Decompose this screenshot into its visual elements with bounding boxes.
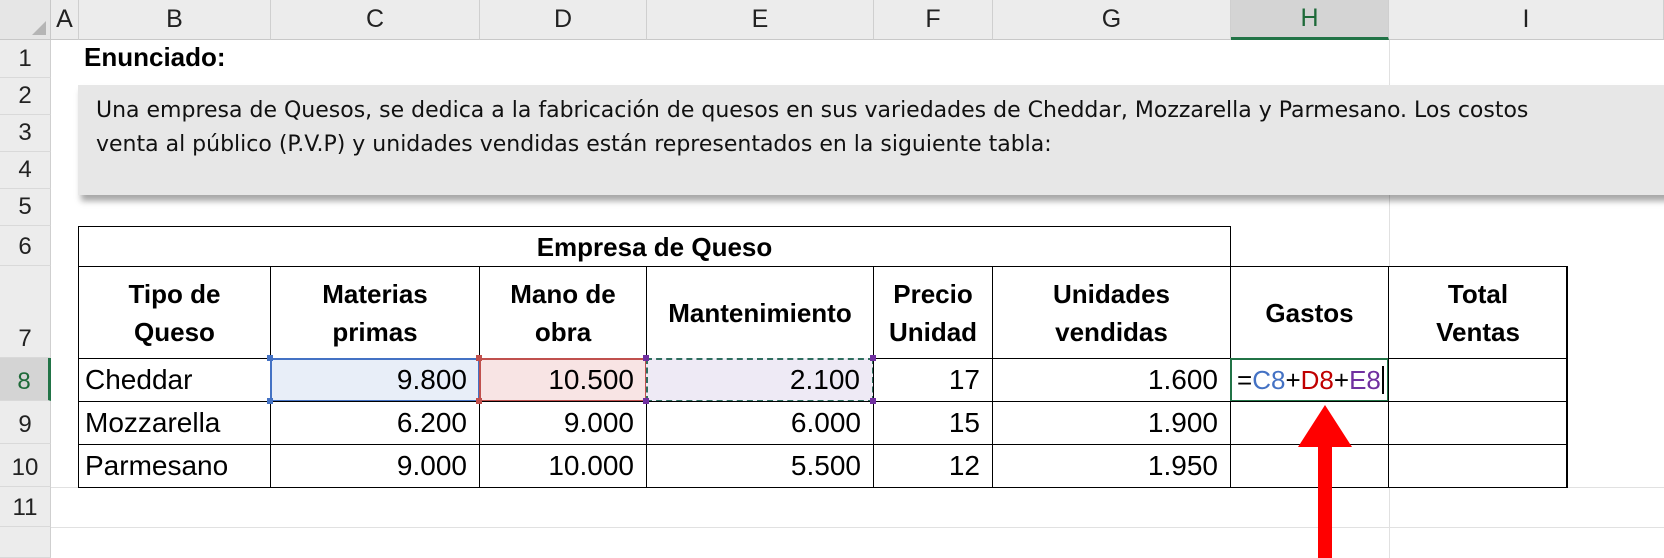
formula-ref-c8: C8 [1252, 364, 1286, 395]
ref-handle[interactable] [643, 355, 649, 361]
gridline [51, 527, 1664, 528]
cell-h8-formula[interactable]: = C8 + D8 + E8 [1230, 358, 1389, 402]
cell-i9[interactable] [1388, 401, 1568, 445]
column-header-h[interactable]: H [1231, 0, 1389, 40]
column-header-b[interactable]: B [79, 0, 271, 40]
header-materias-primas[interactable]: Materias primas [270, 266, 480, 359]
formula-ref-d8: D8 [1300, 364, 1334, 395]
header-gastos[interactable]: Gastos [1230, 266, 1389, 359]
statement-line-2: venta al público (P.V.P) y unidades vend… [96, 132, 1052, 157]
cell-d9[interactable]: 9.000 [479, 401, 647, 445]
ref-handle[interactable] [476, 398, 482, 404]
ref-handle[interactable] [476, 355, 482, 361]
cell-b8[interactable]: Cheddar [78, 358, 271, 402]
row-header-3[interactable]: 3 [0, 115, 51, 152]
cell-b10[interactable]: Parmesano [78, 444, 271, 488]
ref-handle[interactable] [870, 398, 876, 404]
cell-c8[interactable]: 9.800 [270, 358, 480, 402]
row-header-10[interactable]: 10 [0, 444, 51, 487]
cell-d8[interactable]: 10.500 [479, 358, 647, 402]
statement-line-1: Una empresa de Quesos, se dedica a la fa… [96, 98, 1529, 123]
row-header-9[interactable]: 9 [0, 401, 51, 444]
formula-plus-2: + [1333, 364, 1350, 395]
table-title[interactable]: Empresa de Queso [78, 226, 1231, 267]
row-header-1[interactable]: 1 [0, 40, 51, 78]
cell-i8[interactable] [1388, 358, 1568, 402]
column-header-e[interactable]: E [647, 0, 874, 40]
formula-ref-e8: E8 [1349, 364, 1381, 395]
header-total-ventas[interactable]: Total Ventas [1388, 266, 1568, 359]
row-header-5[interactable]: 5 [0, 189, 51, 226]
row-header-12[interactable] [0, 527, 51, 558]
cell-i10[interactable] [1388, 444, 1568, 488]
column-header-c[interactable]: C [271, 0, 480, 40]
select-all-corner[interactable] [0, 0, 51, 40]
column-header-f[interactable]: F [874, 0, 993, 40]
cell-e10[interactable]: 5.500 [646, 444, 874, 488]
statement-title: Enunciado: [84, 42, 226, 72]
header-precio-unidad[interactable]: Precio Unidad [873, 266, 993, 359]
cell-f9[interactable]: 15 [873, 401, 993, 445]
cell-g8[interactable]: 1.600 [992, 358, 1231, 402]
cell-e9[interactable]: 6.000 [646, 401, 874, 445]
header-tipo-queso[interactable]: Tipo de Queso [78, 266, 271, 359]
formula-plus-1: + [1285, 364, 1301, 395]
cell-g10[interactable]: 1.950 [992, 444, 1231, 488]
column-header-g[interactable]: G [993, 0, 1231, 40]
column-header-a[interactable]: A [51, 0, 79, 40]
ref-handle[interactable] [870, 355, 876, 361]
column-header-i[interactable]: I [1389, 0, 1664, 40]
cell-c10[interactable]: 9.000 [270, 444, 480, 488]
row-header-11[interactable]: 11 [0, 487, 51, 527]
cell-f10[interactable]: 12 [873, 444, 993, 488]
row-header-6[interactable]: 6 [0, 226, 51, 266]
row-header-7[interactable]: 7 [0, 266, 51, 358]
column-header-d[interactable]: D [480, 0, 647, 40]
row-header-2[interactable]: 2 [0, 78, 51, 115]
row-header-8[interactable]: 8 [0, 358, 51, 401]
header-unidades-vendidas[interactable]: Unidades vendidas [992, 266, 1231, 359]
row-header-4[interactable]: 4 [0, 152, 51, 189]
cell-d10[interactable]: 10.000 [479, 444, 647, 488]
text-cursor [1381, 366, 1384, 394]
statement-textbox[interactable]: Una empresa de Quesos, se dedica a la fa… [78, 85, 1664, 195]
cell-c9[interactable]: 6.200 [270, 401, 480, 445]
table-right-border [1566, 266, 1567, 488]
ref-handle[interactable] [267, 355, 273, 361]
header-mantenimiento[interactable]: Mantenimiento [646, 266, 874, 359]
cell-e8[interactable]: 2.100 [646, 358, 874, 402]
cell-g9[interactable]: 1.900 [992, 401, 1231, 445]
cell-f8[interactable]: 17 [873, 358, 993, 402]
ref-handle[interactable] [643, 398, 649, 404]
header-mano-obra[interactable]: Mano de obra [479, 266, 647, 359]
ref-handle[interactable] [267, 398, 273, 404]
cell-b9[interactable]: Mozzarella [78, 401, 271, 445]
formula-eq: = [1237, 364, 1253, 395]
red-arrow-icon [1298, 405, 1352, 558]
